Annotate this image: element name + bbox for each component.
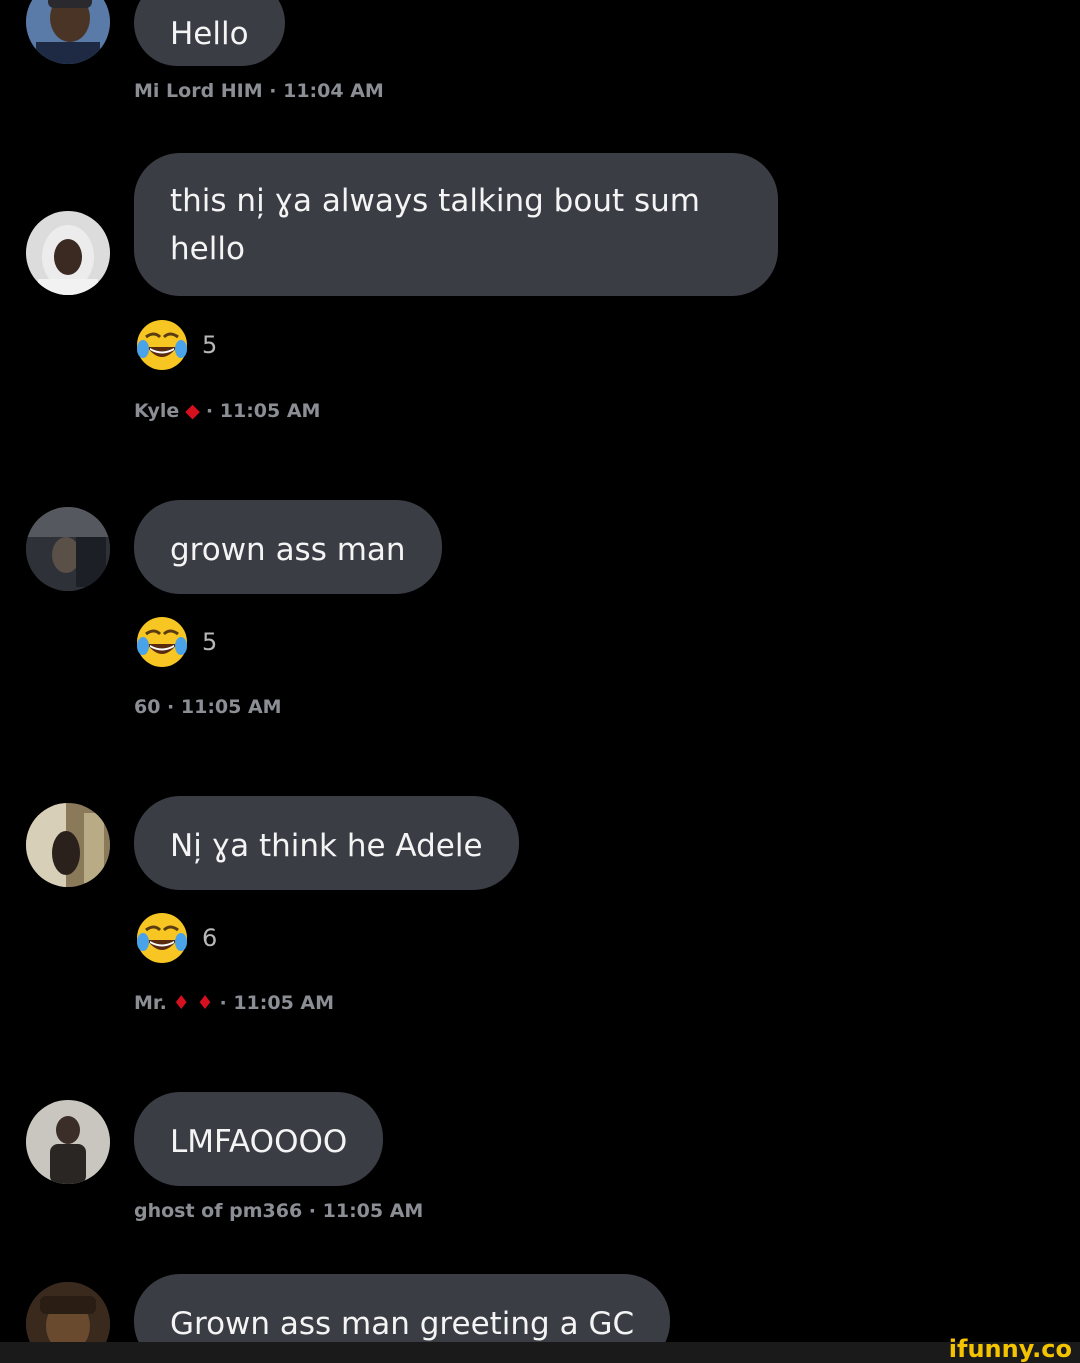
message-text: LMFAOOOO bbox=[170, 1124, 348, 1160]
message-bubble[interactable]: Grown ass man greeting a GC bbox=[134, 1274, 671, 1342]
avatar[interactable] bbox=[26, 211, 110, 295]
face-with-tears-of-joy-icon bbox=[137, 320, 187, 370]
message-text: grown ass man bbox=[170, 532, 406, 568]
ifunny-watermark: ifunny.co bbox=[948, 1335, 1072, 1363]
message-text: Hello bbox=[170, 16, 249, 52]
message-bubble[interactable]: this ni̦ ɣa always talking bout sum hell… bbox=[134, 153, 778, 296]
message-bubble[interactable]: Ni̦ ɣa think he Adele bbox=[134, 796, 519, 890]
sender-and-time: 60 · 11:05 AM bbox=[134, 696, 282, 718]
reaction[interactable]: 5 bbox=[134, 614, 217, 670]
reaction-count: 5 bbox=[202, 628, 218, 656]
avatar[interactable] bbox=[26, 507, 110, 591]
message-text: this ni̦ ɣa always talking bout sum hell… bbox=[170, 183, 700, 267]
avatar[interactable] bbox=[26, 0, 110, 64]
message-time: · 11:05 AM bbox=[219, 992, 335, 1014]
message-meta: Mi Lord HIM · 11:04 AM bbox=[134, 76, 384, 106]
hand-emoji-icon: ♦ ♦ bbox=[172, 992, 214, 1014]
reaction-count: 6 bbox=[202, 924, 218, 952]
message-bubble[interactable]: grown ass man bbox=[134, 500, 442, 594]
chat-thread: Hello Mi Lord HIM · 11:04 AM this ni̦ ɣa… bbox=[0, 0, 1080, 1342]
sender-and-time: ghost of pm366 · 11:05 AM bbox=[134, 1200, 424, 1222]
message-meta: 60 · 11:05 AM bbox=[134, 692, 282, 722]
reaction-count: 5 bbox=[202, 331, 218, 359]
sender-name: Mr. bbox=[134, 992, 167, 1014]
blood-drop-icon: ◆ bbox=[185, 400, 200, 422]
message-text: Ni̦ ɣa think he Adele bbox=[170, 828, 483, 864]
avatar[interactable] bbox=[26, 1100, 110, 1184]
message-text: Grown ass man greeting a GC bbox=[170, 1306, 635, 1342]
reaction[interactable]: 5 bbox=[134, 317, 217, 373]
sender-name: Kyle bbox=[134, 400, 180, 422]
face-with-tears-of-joy-icon bbox=[137, 913, 187, 963]
reaction[interactable]: 6 bbox=[134, 910, 217, 966]
watermark-bar: ifunny.co bbox=[0, 1336, 1080, 1363]
message-meta: Kyle ◆ · 11:05 AM bbox=[134, 396, 320, 426]
avatar[interactable] bbox=[26, 803, 110, 887]
message-meta: ghost of pm366 · 11:05 AM bbox=[134, 1196, 423, 1226]
message-meta: Mr. ♦ ♦ · 11:05 AM bbox=[134, 988, 334, 1018]
message-bubble[interactable]: LMFAOOOO bbox=[134, 1092, 384, 1186]
face-with-tears-of-joy-icon bbox=[137, 617, 187, 667]
avatar[interactable] bbox=[26, 1282, 110, 1342]
sender-and-time: Mi Lord HIM · 11:04 AM bbox=[134, 80, 384, 102]
message-time: · 11:05 AM bbox=[205, 400, 321, 422]
message-bubble[interactable]: Hello bbox=[134, 0, 285, 66]
